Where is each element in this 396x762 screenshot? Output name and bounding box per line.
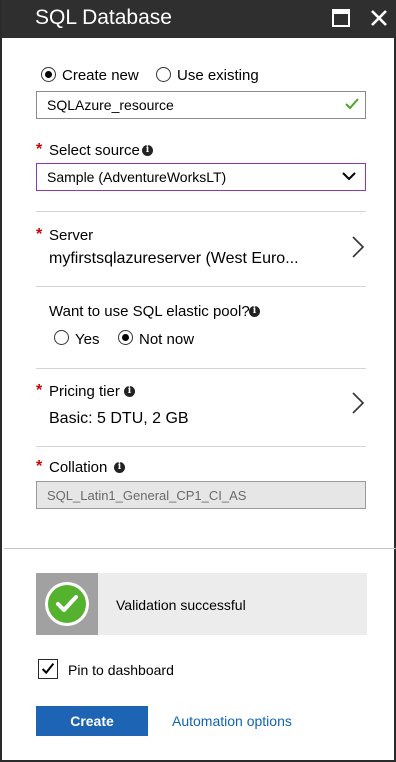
- create-button[interactable]: Create: [36, 706, 148, 736]
- divider: [36, 286, 366, 287]
- automation-options-link[interactable]: Automation options: [172, 713, 292, 729]
- resource-group-input[interactable]: SQLAzure_resource: [36, 91, 366, 119]
- close-icon[interactable]: [369, 6, 391, 30]
- pricing-tier-label: Pricing tier: [49, 383, 120, 400]
- chevron-right-icon[interactable]: [351, 391, 365, 415]
- required-marker: *: [36, 458, 43, 475]
- chevron-down-icon: [342, 172, 356, 181]
- checkmark-icon: [41, 662, 55, 675]
- collation-field: SQL_Latin1_General_CP1_CI_AS: [36, 481, 366, 509]
- validation-icon-box: [36, 573, 98, 635]
- divider: [36, 368, 366, 369]
- divider: [4, 548, 396, 549]
- select-source-value: Sample (AdventureWorksLT): [47, 169, 227, 185]
- validation-banner: Validation successful: [36, 573, 367, 635]
- resource-group-value: SQLAzure_resource: [47, 97, 174, 113]
- page-title: SQL Database: [35, 6, 172, 29]
- validation-message: Validation successful: [116, 597, 246, 613]
- chevron-right-icon[interactable]: [351, 235, 365, 259]
- radio-use-existing[interactable]: [156, 67, 171, 82]
- info-icon[interactable]: i: [142, 145, 153, 156]
- radio-use-existing-label: Use existing: [177, 67, 259, 84]
- pin-to-dashboard-label[interactable]: Pin to dashboard: [68, 662, 174, 678]
- radio-create-new-label: Create new: [62, 67, 139, 84]
- maximize-icon[interactable]: [332, 9, 350, 27]
- pricing-tier-value[interactable]: Basic: 5 DTU, 2 GB: [49, 410, 189, 428]
- required-marker: *: [36, 382, 43, 399]
- checkmark-icon: [345, 98, 359, 110]
- radio-elastic-not-now[interactable]: [118, 330, 133, 345]
- required-marker: *: [36, 226, 43, 243]
- radio-elastic-yes[interactable]: [54, 330, 69, 345]
- divider: [36, 446, 366, 447]
- divider: [36, 211, 366, 212]
- info-icon[interactable]: i: [114, 462, 125, 473]
- info-icon[interactable]: i: [124, 386, 135, 397]
- server-value[interactable]: myfirstsqlazureserver (West Euro...: [49, 250, 299, 268]
- pin-to-dashboard-checkbox[interactable]: [38, 659, 58, 679]
- info-icon[interactable]: i: [249, 306, 260, 317]
- server-label: Server: [49, 227, 94, 244]
- required-marker: *: [36, 141, 43, 158]
- success-icon: [45, 582, 89, 626]
- radio-elastic-yes-label: Yes: [75, 331, 100, 348]
- collation-label: Collation: [49, 459, 108, 476]
- radio-create-new[interactable]: [41, 67, 56, 82]
- select-source-label: Select source: [49, 142, 140, 159]
- radio-elastic-not-now-label: Not now: [139, 331, 195, 348]
- elastic-pool-label: Want to use SQL elastic pool?: [49, 303, 250, 320]
- title-bar: SQL Database: [2, 0, 396, 38]
- select-source-dropdown[interactable]: Sample (AdventureWorksLT): [36, 163, 366, 191]
- blade-panel: SQL Database Create new Use existing SQL…: [0, 0, 396, 762]
